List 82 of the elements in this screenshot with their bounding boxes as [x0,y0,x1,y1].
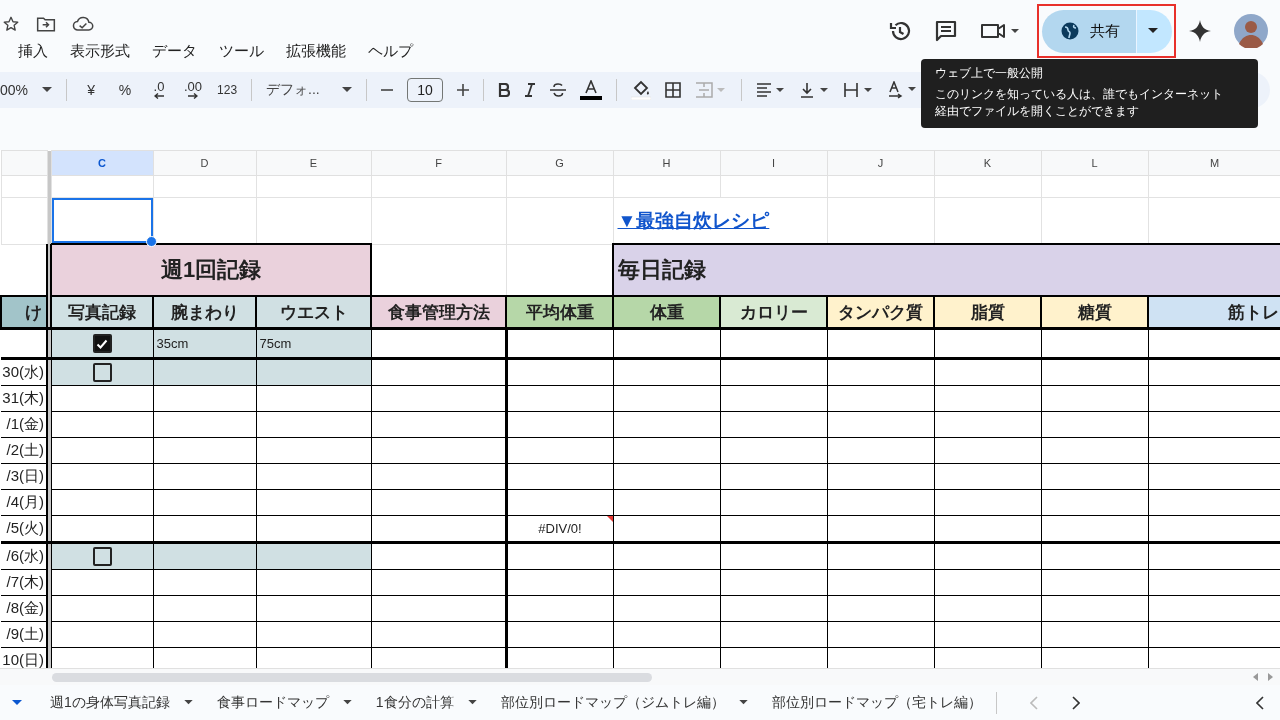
table-cell: 75cm [259,336,292,351]
scroll-arrows-icon[interactable] [1252,673,1274,681]
history-icon[interactable] [888,19,912,43]
column-heading: 体重 [613,296,720,329]
column-heading: 腕まわり [153,296,256,329]
font-size-field[interactable]: 10 [407,78,444,102]
column-header[interactable]: M [1148,150,1280,176]
comment-icon[interactable] [934,19,958,43]
column-header[interactable]: C [51,150,153,176]
currency-button[interactable]: ¥ [81,82,102,98]
plus-icon[interactable] [457,84,470,96]
tooltip-title: ウェブ上で一般公開 [935,65,1044,82]
column-header[interactable]: K [934,150,1041,176]
font-select[interactable]: デフォ... [266,81,329,99]
sparkle-icon[interactable] [1188,19,1212,43]
caret-icon[interactable] [42,87,53,93]
fill-color-icon[interactable] [631,80,652,100]
collapse-icon[interactable] [1256,695,1264,710]
strikethrough-icon[interactable] [550,83,567,97]
column-heading: 糖質 [1041,296,1148,329]
column-heading: 写真記録 [51,296,153,329]
decrease-decimals-button[interactable]: .0 [149,81,170,99]
menu-item[interactable]: 拡張機能 [286,42,346,61]
text-color-icon[interactable] [580,80,603,100]
column-heading: ウエスト [256,296,371,329]
tooltip-text: このリンクを知っている人は、誰でもインターネット経由でファイルを開くことができます [935,86,1224,120]
italic-icon[interactable] [524,83,537,97]
wrap-icon[interactable] [844,82,875,98]
menu-item[interactable]: 挿入 [18,42,48,61]
column-heading: け [1,296,47,329]
share-button[interactable]: 共有 [1042,9,1136,53]
zoom-select[interactable]: 00% [0,82,29,98]
column-heading: 食事管理方法 [371,296,506,329]
caret-icon [1147,28,1158,34]
column-header[interactable]: I [720,150,827,176]
column-heading: カロリー [720,296,827,329]
sheet-tab[interactable]: 1食分の計算 [365,685,491,720]
column-heading: タンパク質 [827,296,934,329]
checkbox[interactable] [92,363,112,382]
scrollbar-thumb[interactable] [52,672,652,682]
column-heading: 平均体重 [506,296,613,329]
column-header[interactable]: J [827,150,934,176]
arrow-icon [188,93,199,99]
menu-item[interactable]: ヘルプ [368,42,413,61]
folder-icon[interactable] [36,15,56,33]
star-icon[interactable] [2,15,20,33]
vertical-align-icon[interactable] [800,82,831,98]
number-format-button[interactable]: 123 [217,83,238,97]
column-heading: 筋トレ [1148,296,1280,329]
column-header[interactable]: G [506,150,613,176]
percent-button[interactable]: % [115,82,136,98]
sheet-tab[interactable]: 週1の身体写真記録 [40,685,207,720]
section-header: 週1回記録 [51,244,371,296]
table-cell: 35cm [156,336,189,351]
caret-icon[interactable] [342,87,353,93]
sheet-tab[interactable]: 食事ロードマップ [206,685,366,720]
column-header[interactable]: H [613,150,720,176]
caret-icon[interactable] [12,699,22,706]
checkbox[interactable] [92,547,112,566]
menu-item[interactable]: データ [152,42,197,61]
column-heading: 脂質 [934,296,1041,329]
increase-decimals-button[interactable]: .00 [183,81,204,99]
checkbox[interactable] [92,334,112,353]
column-header[interactable]: L [1041,150,1148,176]
arrow-icon [154,93,165,99]
cloud-icon[interactable] [72,15,94,33]
sheet-tab[interactable]: 部位別ロードマップ（宅トレ編） [761,685,996,720]
section-header: 毎日記録 [613,244,1280,296]
column-header[interactable]: D [153,150,256,176]
menu-item[interactable]: ツール [219,42,264,61]
rotate-text-icon[interactable] [888,81,919,99]
borders-icon[interactable] [665,82,682,98]
menu-item[interactable]: 表示形式 [70,42,130,61]
column-header[interactable]: E [256,150,371,176]
column-header[interactable]: F [371,150,506,176]
table-cell: #DIV/0! [538,521,582,536]
next-icon[interactable] [1071,695,1080,710]
sheet-tab[interactable]: 部位別ロードマップ（ジムトレ編） [490,685,762,720]
globe-icon [1060,21,1080,41]
align-icon[interactable] [756,82,787,98]
avatar[interactable] [1234,14,1268,48]
bold-icon[interactable] [498,83,511,97]
